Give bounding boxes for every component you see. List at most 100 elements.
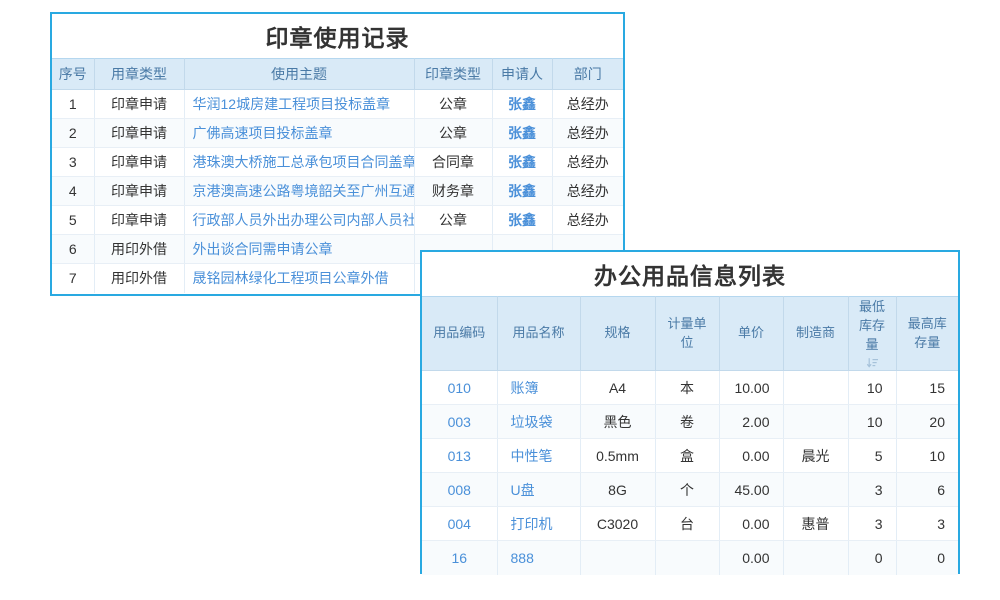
cell-subject-link[interactable]: 港珠澳大桥施工总承包项目合同盖章 [184, 148, 414, 177]
col-applicant: 申请人 [492, 59, 552, 90]
cell-no: 2 [52, 119, 94, 148]
cell-maker [783, 473, 848, 507]
col-no: 序号 [52, 59, 94, 90]
sort-amount-icon[interactable] [857, 357, 888, 369]
cell-seal-type: 公章 [414, 119, 492, 148]
office-supplies-table: 用品编码 用品名称 规格 计量单位 单价 制造商 最低库存量 [422, 296, 958, 575]
cell-subject-link[interactable]: 华润12城房建工程项目投标盖章 [184, 90, 414, 119]
col-unit: 计量单位 [655, 297, 719, 371]
cell-applicant-link[interactable]: 张鑫 [492, 206, 552, 235]
cell-spec [580, 541, 655, 575]
cell-subject-link[interactable]: 外出谈合同需申请公章 [184, 235, 414, 264]
col-item-code: 用品编码 [422, 297, 497, 371]
cell-use-type: 印章申请 [94, 206, 184, 235]
cell-item-code-link[interactable]: 16 [422, 541, 497, 575]
cell-unit: 台 [655, 507, 719, 541]
cell-dept: 总经办 [552, 119, 623, 148]
cell-item-name-link[interactable]: 中性笔 [497, 439, 580, 473]
cell-min-stock: 0 [848, 541, 896, 575]
cell-seal-type: 公章 [414, 206, 492, 235]
cell-unit: 本 [655, 371, 719, 405]
cell-item-code-link[interactable]: 004 [422, 507, 497, 541]
cell-dept: 总经办 [552, 177, 623, 206]
cell-dept: 总经办 [552, 206, 623, 235]
cell-no: 3 [52, 148, 94, 177]
cell-use-type: 用印外借 [94, 264, 184, 293]
col-dept: 部门 [552, 59, 623, 90]
cell-dept: 总经办 [552, 90, 623, 119]
cell-use-type: 用印外借 [94, 235, 184, 264]
cell-price: 10.00 [719, 371, 783, 405]
cell-price: 2.00 [719, 405, 783, 439]
cell-item-name-link[interactable]: 垃圾袋 [497, 405, 580, 439]
cell-no: 6 [52, 235, 94, 264]
cell-applicant-link[interactable]: 张鑫 [492, 148, 552, 177]
cell-subject-link[interactable]: 行政部人员外出办理公司内部人员社 [184, 206, 414, 235]
cell-item-name-link[interactable]: 888 [497, 541, 580, 575]
office-supplies-panel: 办公用品信息列表 用品编码 用品名称 规格 计量单位 单价 制造商 最低库存量 [420, 250, 960, 574]
cell-no: 5 [52, 206, 94, 235]
cell-subject-link[interactable]: 京港澳高速公路粤境韶关至广州互通 [184, 177, 414, 206]
design-canvas: 印章使用记录 序号 用章类型 使用主题 印章类型 申请人 部门 1 印 [0, 0, 1000, 600]
cell-item-code-link[interactable]: 003 [422, 405, 497, 439]
cell-min-stock: 3 [848, 473, 896, 507]
cell-seal-type: 合同章 [414, 148, 492, 177]
cell-use-type: 印章申请 [94, 90, 184, 119]
cell-maker [783, 371, 848, 405]
col-min-stock[interactable]: 最低库存量 [848, 297, 896, 371]
cell-unit: 卷 [655, 405, 719, 439]
cell-spec: A4 [580, 371, 655, 405]
table-row: 2 印章申请 广佛高速项目投标盖章 公章 张鑫 总经办 [52, 119, 623, 148]
cell-item-name-link[interactable]: 账簿 [497, 371, 580, 405]
cell-price: 0.00 [719, 507, 783, 541]
col-spec: 规格 [580, 297, 655, 371]
cell-use-type: 印章申请 [94, 177, 184, 206]
cell-max-stock: 3 [896, 507, 958, 541]
cell-unit: 盒 [655, 439, 719, 473]
cell-max-stock: 6 [896, 473, 958, 507]
cell-item-name-link[interactable]: 打印机 [497, 507, 580, 541]
cell-maker: 惠普 [783, 507, 848, 541]
table-row: 4 印章申请 京港澳高速公路粤境韶关至广州互通 财务章 张鑫 总经办 [52, 177, 623, 206]
cell-item-name-link[interactable]: U盘 [497, 473, 580, 507]
cell-min-stock: 10 [848, 405, 896, 439]
col-subject: 使用主题 [184, 59, 414, 90]
table-row: 004 打印机 C3020 台 0.00 惠普 3 3 [422, 507, 958, 541]
cell-applicant-link[interactable]: 张鑫 [492, 90, 552, 119]
cell-dept: 总经办 [552, 148, 623, 177]
cell-price: 0.00 [719, 439, 783, 473]
cell-use-type: 印章申请 [94, 119, 184, 148]
cell-spec: 8G [580, 473, 655, 507]
cell-unit [655, 541, 719, 575]
cell-subject-link[interactable]: 广佛高速项目投标盖章 [184, 119, 414, 148]
table-row: 16 888 0.00 0 0 [422, 541, 958, 575]
col-use-type: 用章类型 [94, 59, 184, 90]
table-row: 013 中性笔 0.5mm 盒 0.00 晨光 5 10 [422, 439, 958, 473]
table-row: 010 账簿 A4 本 10.00 10 15 [422, 371, 958, 405]
cell-spec: 黑色 [580, 405, 655, 439]
supplies-panel-title: 办公用品信息列表 [422, 252, 958, 296]
cell-applicant-link[interactable]: 张鑫 [492, 119, 552, 148]
cell-applicant-link[interactable]: 张鑫 [492, 177, 552, 206]
cell-spec: 0.5mm [580, 439, 655, 473]
cell-item-code-link[interactable]: 013 [422, 439, 497, 473]
cell-min-stock: 3 [848, 507, 896, 541]
cell-unit: 个 [655, 473, 719, 507]
seal-panel-title: 印章使用记录 [52, 14, 623, 58]
cell-use-type: 印章申请 [94, 148, 184, 177]
cell-no: 7 [52, 264, 94, 293]
cell-item-code-link[interactable]: 008 [422, 473, 497, 507]
cell-price: 0.00 [719, 541, 783, 575]
cell-max-stock: 15 [896, 371, 958, 405]
cell-maker [783, 541, 848, 575]
col-max-stock: 最高库存量 [896, 297, 958, 371]
cell-min-stock: 5 [848, 439, 896, 473]
cell-subject-link[interactable]: 晟铭园林绿化工程项目公章外借 [184, 264, 414, 293]
col-item-name: 用品名称 [497, 297, 580, 371]
cell-min-stock: 10 [848, 371, 896, 405]
table-row: 1 印章申请 华润12城房建工程项目投标盖章 公章 张鑫 总经办 [52, 90, 623, 119]
cell-no: 4 [52, 177, 94, 206]
cell-item-code-link[interactable]: 010 [422, 371, 497, 405]
table-row: 003 垃圾袋 黑色 卷 2.00 10 20 [422, 405, 958, 439]
col-min-stock-label: 最低库存量 [859, 299, 885, 352]
